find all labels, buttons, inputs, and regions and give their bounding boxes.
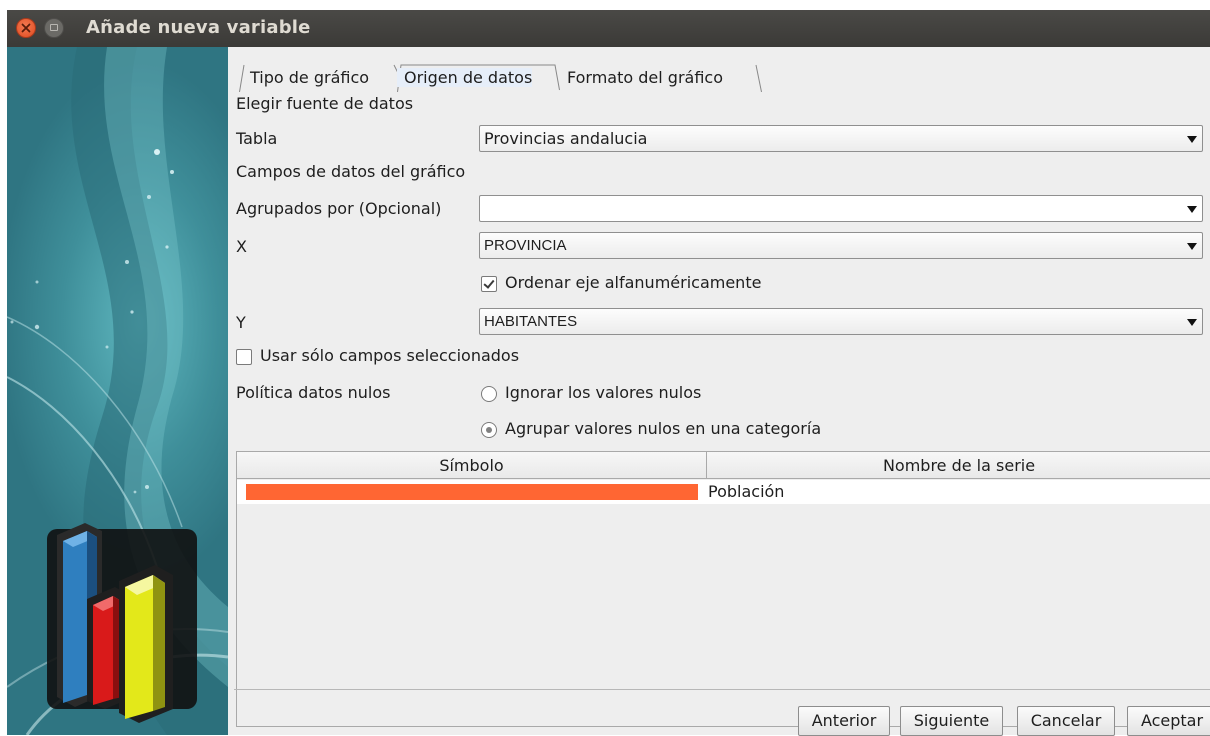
series-color-swatch[interactable] [246,484,698,500]
group-by-label: Agrupados por (Opcional) [236,199,442,218]
tab-chart-format[interactable]: Formato del gráfico [560,64,770,92]
table-select-value: Provincias andalucia [484,129,648,148]
x-select[interactable]: PROVINCIA [479,232,1203,259]
y-select[interactable]: HABITANTES [479,308,1203,335]
series-name-cell[interactable]: Población [708,480,784,504]
table-row[interactable]: Población [237,480,1210,504]
x-select-value: PROVINCIA [484,237,567,254]
table-label: Tabla [236,129,278,148]
y-label: Y [236,313,246,332]
null-policy-label: Política datos nulos [236,383,391,402]
minimize-button[interactable] [44,18,64,38]
accept-button[interactable]: Aceptar [1127,706,1210,736]
previous-button[interactable]: Anterior [798,706,890,736]
tab-data-source-label: Origen de datos [397,68,533,87]
group-by-select[interactable] [479,195,1203,222]
group-nulls-radio[interactable] [481,422,497,438]
cancel-button[interactable]: Cancelar [1017,706,1115,736]
source-heading: Elegir fuente de datos [236,94,414,113]
column-header-series-name[interactable]: Nombre de la serie [707,452,1210,479]
title-bar: Añade nueva variable [0,0,1210,47]
next-button[interactable]: Siguiente [900,706,1003,736]
wizard-sidebar [7,47,228,735]
tab-data-source[interactable]: Origen de datos [397,64,560,92]
close-button[interactable] [16,18,36,38]
series-table: Símbolo Nombre de la serie Población [236,451,1210,727]
chevron-down-icon [1187,319,1197,326]
table-select[interactable]: Provincias andalucia [479,125,1203,152]
x-label: X [236,237,247,256]
ignore-nulls-radio[interactable] [481,386,497,402]
tab-chart-format-label: Formato del gráfico [567,68,723,87]
group-nulls-label: Agrupar valores nulos en una categoría [505,419,822,438]
chevron-down-icon [1187,243,1197,250]
sort-axis-label: Ordenar eje alfanuméricamente [505,273,762,292]
table-header: Símbolo Nombre de la serie [237,452,1210,480]
ignore-nulls-label: Ignorar los valores nulos [505,383,702,402]
wizard-content: Tipo de gráfico Origen de datos Formato … [228,47,1210,736]
chevron-down-icon [1187,136,1197,143]
fields-heading: Campos de datos del gráfico [236,162,466,181]
sidebar-artwork [7,47,228,735]
column-header-symbol[interactable]: Símbolo [237,452,707,479]
title-bar-inner: Añade nueva variable [7,10,1210,47]
window-title: Añade nueva variable [86,17,311,38]
selected-only-checkbox[interactable] [236,349,252,365]
tab-chart-type-label: Tipo de gráfico [250,68,370,87]
chevron-down-icon [1187,206,1197,213]
tab-bar: Tipo de gráfico Origen de datos Formato … [228,47,1210,93]
bar-chart-logo [47,523,197,723]
y-select-value: HABITANTES [484,313,578,330]
close-icon [21,23,31,33]
tab-chart-type[interactable]: Tipo de gráfico [239,64,399,92]
button-separator [234,689,1210,690]
sort-axis-checkbox[interactable] [481,276,497,292]
selected-only-label: Usar sólo campos seleccionados [260,346,520,365]
